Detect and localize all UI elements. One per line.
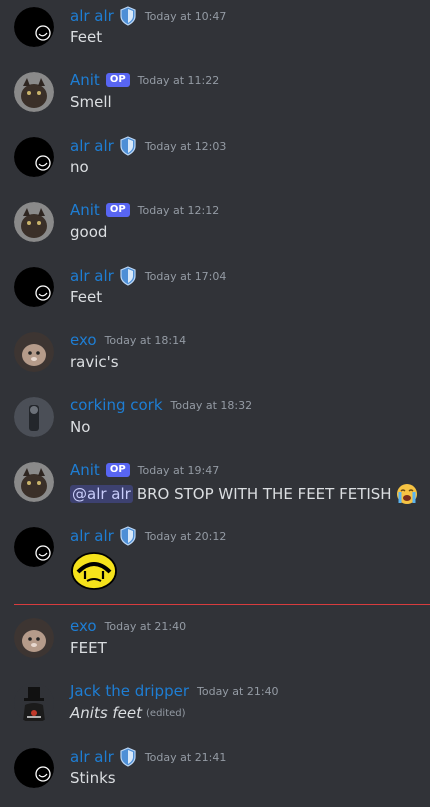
message: Anit OP Today at 19:47 @alr alr BRO STOP… — [0, 455, 430, 515]
author-name[interactable]: alr alr — [70, 748, 114, 766]
message: corking cork Today at 18:32 No — [0, 390, 430, 450]
author-name[interactable]: exo — [70, 331, 97, 349]
avatar-alr[interactable] — [14, 527, 54, 567]
message-text: Anits feet — [70, 704, 143, 722]
author-name[interactable]: exo — [70, 617, 97, 635]
shield-icon — [119, 136, 137, 156]
op-badge: OP — [105, 73, 130, 87]
timestamp: Today at 12:03 — [144, 139, 227, 153]
message-content: Anits feet (edited) — [70, 704, 186, 722]
message-text: Smell — [70, 93, 112, 111]
avatar-exo[interactable] — [14, 332, 54, 372]
message: exo Today at 18:14 ravic's — [0, 325, 430, 385]
message: alr alr Today at 12:03 no — [0, 130, 430, 190]
shield-icon — [119, 266, 137, 286]
avatar-alr[interactable] — [14, 137, 54, 177]
message-text: Feet — [70, 288, 103, 306]
op-badge: OP — [105, 203, 130, 217]
shield-icon — [119, 526, 137, 546]
avatar-alr[interactable] — [14, 267, 54, 307]
message-text: FEET — [70, 639, 107, 657]
message-text: good — [70, 223, 108, 241]
message: alr alr Today at 21:41 Stinks — [0, 741, 430, 801]
message-text: ravic's — [70, 353, 119, 371]
shield-icon — [119, 6, 137, 26]
new-messages-divider — [14, 604, 430, 605]
avatar-jack-the-dripper[interactable] — [14, 683, 54, 723]
author-name[interactable]: alr alr — [70, 137, 114, 155]
message: Anit OP Today at 12:12 good — [0, 195, 430, 255]
timestamp: Today at 21:41 — [144, 750, 227, 764]
timestamp: Today at 11:22 — [137, 73, 220, 87]
author-name[interactable]: corking cork — [70, 396, 163, 414]
yellow-sad-face-emoji-icon[interactable] — [70, 550, 118, 594]
author-name[interactable]: Anit — [70, 461, 100, 479]
message: alr alr Today at 20:12 — [0, 520, 430, 600]
timestamp: Today at 19:47 — [137, 463, 220, 477]
message-content: @alr alr BRO STOP WITH THE FEET FETISH — [70, 483, 418, 505]
message: exo Today at 21:40 FEET — [0, 611, 430, 671]
op-badge: OP — [105, 463, 130, 477]
timestamp: Today at 18:14 — [104, 333, 187, 347]
timestamp: Today at 10:47 — [144, 9, 227, 23]
message: alr alr Today at 17:04 Feet — [0, 260, 430, 320]
avatar-corking-cork[interactable] — [14, 397, 54, 437]
author-name[interactable]: Jack the dripper — [70, 682, 189, 700]
message-text: Feet — [70, 28, 103, 46]
loudly-crying-face-icon[interactable] — [396, 483, 418, 505]
avatar-anit[interactable] — [14, 202, 54, 242]
avatar-anit[interactable] — [14, 462, 54, 502]
timestamp: Today at 20:12 — [144, 529, 227, 543]
user-mention[interactable]: @alr alr — [70, 485, 133, 503]
message-content — [70, 550, 118, 594]
message-text: Stinks — [70, 769, 116, 787]
author-name[interactable]: alr alr — [70, 527, 114, 545]
timestamp: Today at 17:04 — [144, 269, 227, 283]
message: Anit OP Today at 11:22 Smell — [0, 65, 430, 125]
shield-icon — [119, 747, 137, 767]
timestamp: Today at 21:40 — [197, 684, 279, 698]
message: Jack the dripper Today at 21:40 Anits fe… — [0, 676, 430, 736]
timestamp: Today at 21:40 — [104, 619, 187, 633]
author-name[interactable]: Anit — [70, 201, 100, 219]
edited-label: (edited) — [146, 707, 186, 719]
message: alr alr Today at 10:47 Feet — [0, 0, 430, 60]
author-name[interactable]: alr alr — [70, 7, 114, 25]
timestamp: Today at 18:32 — [170, 398, 253, 412]
message-text: BRO STOP WITH THE FEET FETISH — [136, 485, 392, 503]
author-name[interactable]: alr alr — [70, 267, 114, 285]
avatar-alr[interactable] — [14, 7, 54, 47]
avatar-exo[interactable] — [14, 618, 54, 658]
message-text: no — [70, 158, 89, 176]
author-name[interactable]: Anit — [70, 71, 100, 89]
message-text: No — [70, 418, 91, 436]
avatar-anit[interactable] — [14, 72, 54, 112]
timestamp: Today at 12:12 — [137, 203, 220, 217]
avatar-alr[interactable] — [14, 748, 54, 788]
